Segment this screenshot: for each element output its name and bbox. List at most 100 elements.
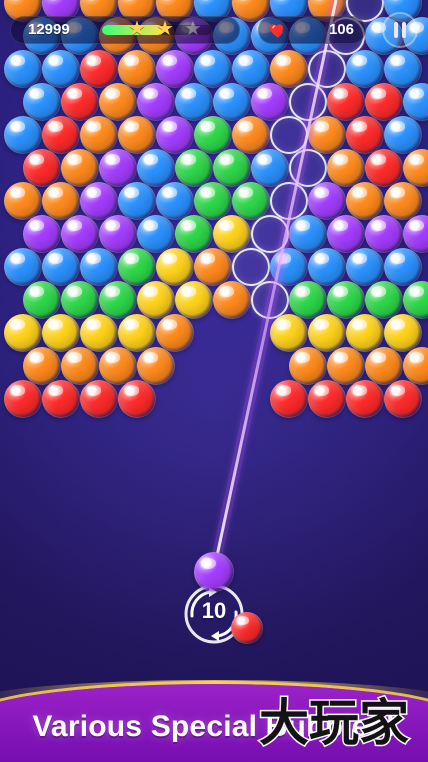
bubble: [156, 116, 194, 154]
bubble: [327, 149, 365, 187]
bubble: [42, 116, 80, 154]
bubble: [80, 116, 118, 154]
bubble: [365, 215, 403, 253]
bubble: [232, 182, 270, 220]
bubble: [289, 347, 327, 385]
bubble-highlighted: [308, 50, 346, 88]
bubble: [384, 314, 422, 352]
bubble: [403, 281, 428, 319]
bubble: [4, 182, 42, 220]
bubble: [346, 314, 384, 352]
bubble: [194, 248, 232, 286]
bubble: [118, 116, 156, 154]
bubble: [42, 182, 80, 220]
bubble: [384, 116, 422, 154]
bubble: [23, 347, 61, 385]
bubble: [232, 116, 270, 154]
bubble: [327, 281, 365, 319]
bubble: [156, 50, 194, 88]
bubble: [308, 248, 346, 286]
bubble: [403, 149, 428, 187]
bubble: [251, 83, 289, 121]
bubble: [156, 248, 194, 286]
bubble: [289, 215, 327, 253]
bubble: [42, 380, 80, 418]
bubble: [4, 248, 42, 286]
bubble: [403, 215, 428, 253]
bubble: [42, 314, 80, 352]
bubble: [327, 215, 365, 253]
moves-panel: 106: [258, 16, 366, 44]
bubble: [346, 50, 384, 88]
bubble-board[interactable]: [0, 0, 428, 600]
bubble: [175, 83, 213, 121]
bubble: [137, 215, 175, 253]
bubble: [99, 149, 137, 187]
bubble: [4, 314, 42, 352]
stars: ★ ★ ★: [108, 14, 218, 44]
bubble: [327, 347, 365, 385]
bubble: [251, 149, 289, 187]
bubble: [308, 380, 346, 418]
bubble: [365, 149, 403, 187]
bubble: [61, 215, 99, 253]
bubble: [61, 281, 99, 319]
bubble: [346, 248, 384, 286]
bubble: [4, 50, 42, 88]
bubble: [232, 50, 270, 88]
watermark-logo: 大玩家: [258, 693, 411, 753]
bubble: [80, 50, 118, 88]
bubble: [23, 149, 61, 187]
bubble: [118, 314, 156, 352]
bubble-highlighted: [289, 149, 327, 187]
moves-value: 106: [328, 21, 354, 38]
bubble-highlighted: [232, 248, 270, 286]
bubble: [80, 248, 118, 286]
bubble: [118, 248, 156, 286]
bubble: [23, 281, 61, 319]
bubble: [384, 248, 422, 286]
bubble: [346, 116, 384, 154]
bubble: [4, 380, 42, 418]
bubble: [270, 380, 308, 418]
bubble: [175, 149, 213, 187]
bubble-highlighted: [251, 281, 289, 319]
bubble: [156, 182, 194, 220]
bubble: [23, 215, 61, 253]
bubble: [365, 83, 403, 121]
bubble: [213, 215, 251, 253]
bubble: [99, 347, 137, 385]
bubble: [42, 50, 80, 88]
watermark-text: 大玩家: [259, 694, 409, 752]
bubble: [61, 149, 99, 187]
bubble: [61, 83, 99, 121]
bubble: [80, 380, 118, 418]
bubble: [61, 347, 99, 385]
bubble: [213, 83, 251, 121]
bubble: [118, 182, 156, 220]
bubble: [99, 281, 137, 319]
bubble: [384, 380, 422, 418]
bubble: [213, 281, 251, 319]
bubble: [137, 281, 175, 319]
bubble-highlighted: [270, 182, 308, 220]
game-screen[interactable]: 12999 ★ ★ ★ 106 10 Various Special Bubbl…: [0, 0, 428, 762]
score-value: 12999: [28, 21, 70, 38]
bubble: [42, 248, 80, 286]
bubble: [118, 50, 156, 88]
bubble: [99, 83, 137, 121]
bubble: [175, 281, 213, 319]
bubble: [270, 50, 308, 88]
bubble: [308, 116, 346, 154]
score-panel: 12999 ★ ★ ★: [10, 16, 240, 44]
bubble: [308, 182, 346, 220]
bubble: [4, 116, 42, 154]
current-bubble[interactable]: [194, 552, 234, 592]
pause-button[interactable]: [382, 12, 418, 48]
bubble: [194, 50, 232, 88]
bubble: [270, 314, 308, 352]
bubble-highlighted: [251, 215, 289, 253]
star-icon: ★: [184, 18, 202, 40]
star-icon: ★: [128, 18, 146, 40]
next-bubble[interactable]: [231, 612, 263, 644]
